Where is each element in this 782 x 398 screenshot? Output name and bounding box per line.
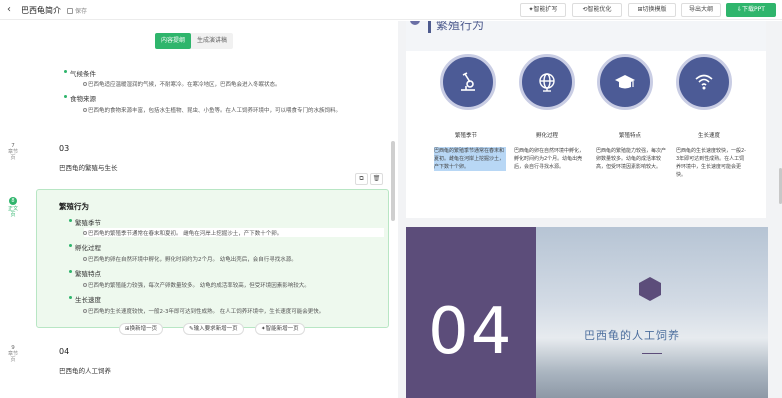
top-bar: ‹ 巴西龟简介 保存 ✦智能扩写 ⟲智能优化 ⊞切换模版 导出大纲 ⇩下载PPT	[0, 0, 782, 20]
outline-item[interactable]: 孵化过程	[69, 242, 101, 252]
page-number-7: 7 章节页	[7, 143, 18, 161]
slide-title: 繁殖行为	[436, 21, 485, 32]
save-button[interactable]: 保存	[67, 6, 87, 15]
smart-optimize-button[interactable]: ⟲智能优化	[572, 3, 622, 17]
save-icon	[67, 8, 73, 14]
slide-preview-panel: 繁殖行为 繁殖季节 孵化过程 繁殖特点 生长速度 巴西龟的繁殖季节通常在春末和夏…	[398, 21, 782, 398]
sky-background	[536, 227, 768, 398]
chevron-left-icon[interactable]: ‹	[7, 4, 11, 15]
switch-template-button[interactable]: ⊞切换模版	[628, 3, 676, 17]
outline-detail[interactable]: 巴西龟的繁殖季节通常在春末和夏初。 雌龟在河岸上挖掘沙土，产下数十个卵。	[82, 229, 282, 237]
feature-label: 生长速度	[698, 133, 721, 139]
feature-desc: 巴西龟的繁殖能力较强，每次产卵数量较多。幼龟的成活率较高，但受环境因素影响较大。	[596, 148, 667, 170]
globe-icon	[519, 54, 575, 110]
outline-item[interactable]: 气候条件	[64, 68, 96, 78]
outline-detail[interactable]: 巴西龟适应温暖湿润的气候，不耐寒冷。在寒冷地区，巴西龟会进入冬眠状态。	[83, 80, 281, 88]
outline-detail[interactable]: 巴西龟的繁殖能力较强，每次产卵数量较多。 幼龟的成活率较高，但受环境因素影响较大…	[83, 281, 310, 289]
smart-expand-button[interactable]: ✦智能扩写	[520, 3, 566, 17]
outline-item[interactable]: 繁殖特点	[69, 268, 101, 278]
outline-editor: 内容提纲 生成演讲稿 气候条件 巴西龟适应温暖湿润的气候，不耐寒冷。在寒冷地区，巴…	[0, 21, 398, 398]
decor-bar	[428, 21, 431, 33]
section-title[interactable]: 巴西龟的人工饲养	[59, 365, 111, 375]
slide-header: 繁殖行为	[406, 21, 766, 51]
wifi-icon	[676, 54, 732, 110]
section-number-panel: 04	[406, 227, 536, 398]
editor-scrollbar[interactable]	[391, 141, 395, 221]
page-number-9: 9 章节页	[7, 345, 18, 363]
feature-desc: 巴西龟的卵在自然环境中孵化，孵化时间约为2个月。幼龟出壳后，会自行寻找水源。	[514, 148, 585, 170]
add-page-switch-button[interactable]: ⊞换新增一页	[119, 323, 164, 335]
outline-item[interactable]: 食物来源	[64, 93, 96, 103]
outline-detail[interactable]: 巴西龟的食物来源丰富，包括水生植物、昆虫、小鱼等。在人工饲养环境中，可以喂食专门…	[82, 106, 341, 114]
editor-tabs: 内容提纲 生成演讲稿	[155, 33, 234, 49]
outline-detail[interactable]: 巴西龟的卵在自然环境中孵化，孵化时间约为2个月。 幼龟出壳后，会自行寻找水源。	[83, 255, 297, 263]
tab-outline[interactable]: 内容提纲	[155, 33, 192, 49]
divider	[642, 353, 662, 354]
download-ppt-button[interactable]: ⇩下载PPT	[726, 3, 776, 17]
outline-item[interactable]: 生长速度	[69, 294, 101, 304]
section-number-large: 04	[428, 295, 514, 369]
section-number[interactable]: 03	[59, 144, 69, 153]
section-title[interactable]: 巴西龟的繁殖与生长	[59, 162, 118, 172]
feature-label: 繁殖季节	[455, 133, 478, 139]
feature-label: 繁殖特点	[619, 133, 642, 139]
trash-icon[interactable]: 🗑	[370, 173, 383, 185]
decor-dot	[410, 21, 420, 25]
feature-desc: 巴西龟的生长速度较快，一般2-3年即可达到性成熟。在人工饲养环境中，生长速度可能…	[676, 148, 746, 178]
export-outline-button[interactable]: 导出大纲	[681, 3, 721, 17]
add-page-prompt-button[interactable]: ✎输入要求新增一页	[183, 323, 244, 335]
page-title[interactable]: 繁殖行为	[59, 201, 89, 212]
outline-item[interactable]: 繁殖季节	[69, 217, 101, 227]
feature-desc-selected[interactable]: 巴西龟的繁殖季节通常在春末和夏初。雌龟在河岸上挖掘沙土，产下数十个卵。	[434, 147, 506, 171]
section-title-large: 巴西龟的人工饲养	[584, 329, 680, 342]
slide-preview[interactable]: 繁殖行为 繁殖季节 孵化过程 繁殖特点 生长速度 巴西龟的繁殖季节通常在春末和夏…	[406, 21, 766, 218]
tab-speech[interactable]: 生成演讲稿	[191, 33, 233, 49]
copy-icon[interactable]: ⧉	[355, 173, 368, 185]
slide-preview[interactable]: 04 巴西龟的人工饲养	[406, 227, 768, 398]
section-number[interactable]: 04	[59, 347, 69, 356]
feature-label: 孵化过程	[536, 133, 559, 139]
document-title[interactable]: 巴西龟简介	[21, 5, 61, 16]
page-number-8: 8 正文页	[7, 197, 18, 218]
add-page-smart-button[interactable]: ✦智能新增一页	[255, 323, 305, 335]
active-page-card[interactable]: 繁殖行为 繁殖季节 巴西龟的繁殖季节通常在春末和夏初。 雌龟在河岸上挖掘沙土，产…	[36, 189, 389, 328]
graduation-cap-icon	[597, 54, 653, 110]
outline-detail[interactable]: 巴西龟的生长速度较快，一般2-3年即可达到性成熟。 在人工饲养环境中，生长速度可…	[82, 307, 324, 315]
microscope-icon	[440, 54, 496, 110]
